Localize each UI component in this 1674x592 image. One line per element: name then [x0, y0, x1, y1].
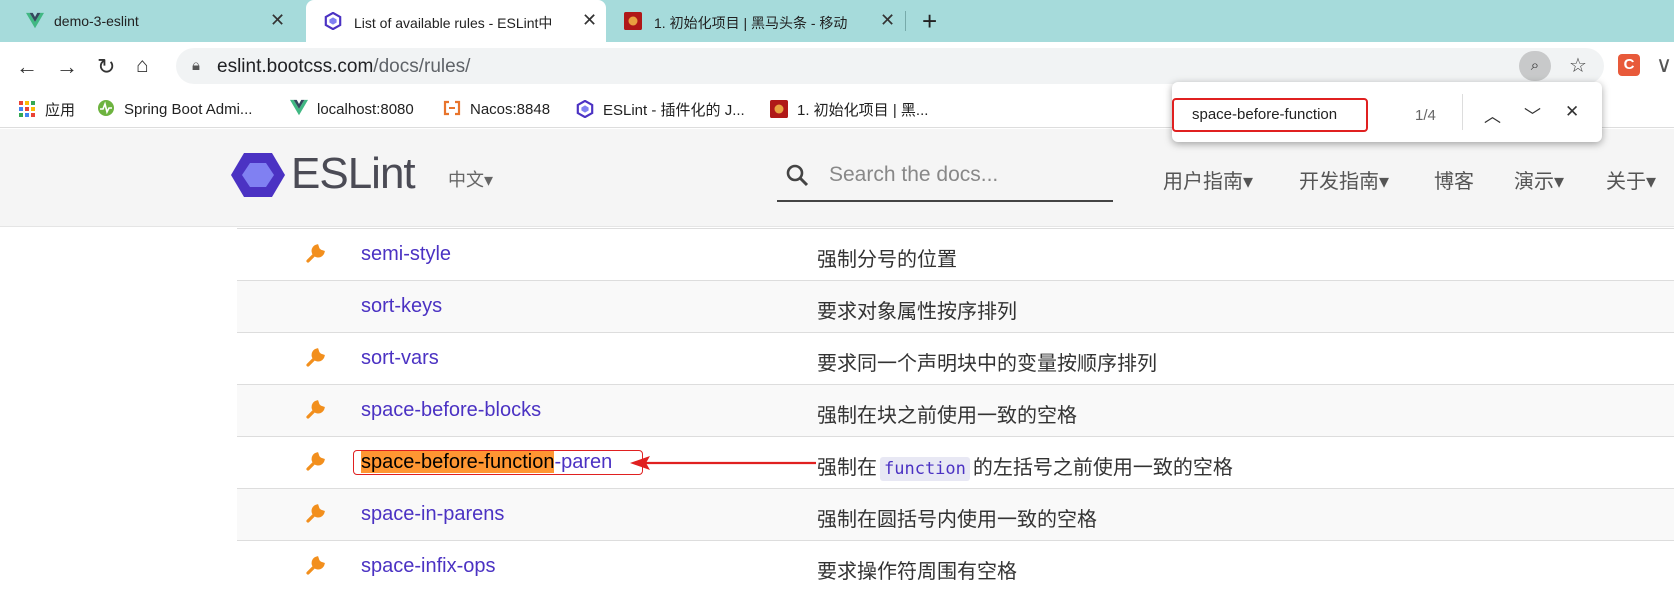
wrench-icon — [306, 244, 325, 263]
code-keyword: function — [880, 457, 970, 481]
tab-heima-toutiao[interactable]: 1. 初始化项目 | 黑马头条 - 移动 ✕ — [606, 0, 906, 42]
nav-developer-guide[interactable]: 开发指南▾ — [1299, 165, 1389, 194]
vue-logo-icon — [290, 99, 308, 116]
address-bar[interactable]: 🔒︎ eslint.bootcss.com/docs/rules/ ⌕ ☆ — [176, 48, 1604, 84]
bookmark-spring-boot-admin[interactable]: Spring Boot Admi... — [97, 99, 252, 118]
close-tab-icon[interactable]: ✕ — [582, 10, 597, 31]
url-text: eslint.bootcss.com/docs/rules/ — [217, 56, 470, 78]
tab-demo-3-eslint[interactable]: demo-3-eslint ✕ — [0, 0, 296, 42]
bookmark-label: 1. 初始化项目 | 黑... — [797, 102, 929, 119]
annotation-arrow-icon — [630, 456, 816, 470]
tab-title: demo-3-eslint — [54, 13, 139, 29]
nav-demo[interactable]: 演示▾ — [1514, 165, 1564, 194]
rule-description: 强制在 function 的左括号之前使用一致的空格 — [817, 451, 1233, 481]
site-header: ESLint 中文▾ 用户指南▾ 开发指南▾ 博客 演示▾ 关于▾ — [0, 129, 1674, 227]
close-find-icon[interactable]: ✕ — [1565, 102, 1579, 122]
wrench-icon — [306, 504, 325, 523]
forward-arrow-icon[interactable]: → — [56, 54, 78, 80]
desc-text: 的左括号之前使用一致的空格 — [972, 457, 1233, 479]
table-row: semi-style 强制分号的位置 — [237, 228, 1674, 280]
url-domain: eslint.bootcss.com — [217, 56, 374, 77]
find-in-page-icon[interactable]: ⌕ — [1519, 51, 1551, 81]
search-input[interactable] — [829, 159, 1099, 191]
bookmark-label: Spring Boot Admi... — [124, 101, 253, 118]
rule-description: 要求操作符周围有空格 — [817, 561, 1017, 583]
bookmark-label: ESLint - 插件化的 J... — [603, 102, 745, 119]
divider — [1462, 94, 1463, 130]
language-dropdown[interactable]: 中文▾ — [448, 166, 493, 192]
rules-table: semi-style 强制分号的位置 sort-keys 要求对象属性按序排列 … — [237, 228, 1674, 592]
tab-strip: demo-3-eslint ✕ List of available rules … — [0, 0, 1674, 42]
tab-title: List of available rules - ESLint中 — [354, 15, 553, 31]
table-row: space-infix-ops 要求操作符周围有空格 — [237, 540, 1674, 592]
rule-description: 要求对象属性按序排列 — [817, 301, 1017, 323]
find-match-count: 1/4 — [1415, 107, 1436, 124]
spring-boot-admin-icon — [98, 100, 114, 116]
reload-icon[interactable]: ↻ — [97, 54, 115, 80]
find-query[interactable]: space-before-function — [1192, 106, 1337, 123]
brand-name[interactable]: ESLint — [291, 149, 416, 199]
vue-logo-icon — [26, 12, 44, 29]
extension-c-icon[interactable]: C — [1618, 54, 1640, 76]
eslint-logo-icon — [324, 12, 342, 30]
rule-name-link[interactable]: sort-keys — [361, 295, 442, 318]
heima-logo-icon — [770, 100, 788, 118]
wrench-icon — [306, 556, 325, 575]
bookmark-label: Nacos:8848 — [470, 101, 551, 118]
bookmark-apps[interactable]: 应用 — [18, 99, 75, 120]
table-row: space-in-parens 强制在圆括号内使用一致的空格 — [237, 488, 1674, 540]
nav-blog[interactable]: 博客 — [1434, 165, 1474, 194]
search-icon — [786, 164, 809, 187]
rule-name-link[interactable]: sort-vars — [361, 347, 439, 370]
tab-title: 1. 初始化项目 | 黑马头条 - 移动 — [654, 15, 848, 31]
rule-description: 强制在圆括号内使用一致的空格 — [817, 509, 1097, 531]
back-arrow-icon[interactable]: ← — [16, 54, 38, 80]
lock-icon: 🔒︎ — [192, 57, 200, 74]
table-row: sort-keys 要求对象属性按序排列 — [237, 280, 1674, 332]
annotation-box — [353, 450, 643, 475]
nav-about[interactable]: 关于▾ — [1606, 165, 1656, 194]
wrench-icon — [306, 348, 325, 367]
nacos-icon — [443, 100, 461, 116]
desc-text: 强制在 — [817, 457, 877, 479]
find-bar: space-before-function 1/4 ︿ ﹀ ✕ — [1172, 82, 1602, 142]
rule-description: 强制在块之前使用一致的空格 — [817, 405, 1077, 427]
eslint-logo-icon — [576, 100, 594, 118]
apps-grid-icon — [19, 101, 35, 117]
table-row: sort-vars 要求同一个声明块中的变量按顺序排列 — [237, 332, 1674, 384]
bookmark-heima[interactable]: 1. 初始化项目 | 黑... — [770, 99, 928, 120]
bookmark-star-icon[interactable]: ☆ — [1569, 53, 1587, 78]
next-match-icon[interactable]: ﹀ — [1524, 102, 1541, 127]
close-tab-icon[interactable]: ✕ — [880, 10, 895, 31]
home-icon[interactable]: ⌂ — [136, 54, 149, 78]
rule-name-link[interactable]: semi-style — [361, 243, 451, 266]
bookmark-localhost[interactable]: localhost:8080 — [290, 99, 414, 118]
rule-description: 强制分号的位置 — [817, 249, 957, 271]
tab-eslint-rules[interactable]: List of available rules - ESLint中 ✕ — [306, 0, 606, 42]
nav-user-guide[interactable]: 用户指南▾ — [1163, 165, 1253, 194]
bookmark-label: localhost:8080 — [317, 101, 414, 118]
heima-logo-icon — [624, 12, 642, 30]
previous-match-icon[interactable]: ︿ — [1484, 102, 1501, 127]
close-tab-icon[interactable]: ✕ — [270, 10, 285, 31]
bookmark-eslint[interactable]: ESLint - 插件化的 J... — [576, 99, 745, 120]
bookmark-nacos[interactable]: Nacos:8848 — [443, 99, 550, 118]
new-tab-icon[interactable]: + — [922, 6, 937, 37]
docs-search — [777, 149, 1113, 202]
rule-name-link[interactable]: space-infix-ops — [361, 555, 496, 578]
wrench-icon — [306, 400, 325, 419]
wrench-icon — [306, 452, 325, 471]
rule-name-link[interactable]: space-in-parens — [361, 503, 504, 526]
eslint-logo-icon[interactable] — [230, 151, 286, 199]
extension-v-icon[interactable]: ∨ — [1656, 52, 1672, 78]
table-row: space-before-blocks 强制在块之前使用一致的空格 — [237, 384, 1674, 436]
rule-description: 要求同一个声明块中的变量按顺序排列 — [817, 353, 1157, 375]
bookmark-label: 应用 — [45, 102, 76, 119]
tab-separator — [905, 11, 906, 31]
rule-name-link[interactable]: space-before-blocks — [361, 399, 541, 422]
url-path: /docs/rules/ — [373, 56, 471, 77]
